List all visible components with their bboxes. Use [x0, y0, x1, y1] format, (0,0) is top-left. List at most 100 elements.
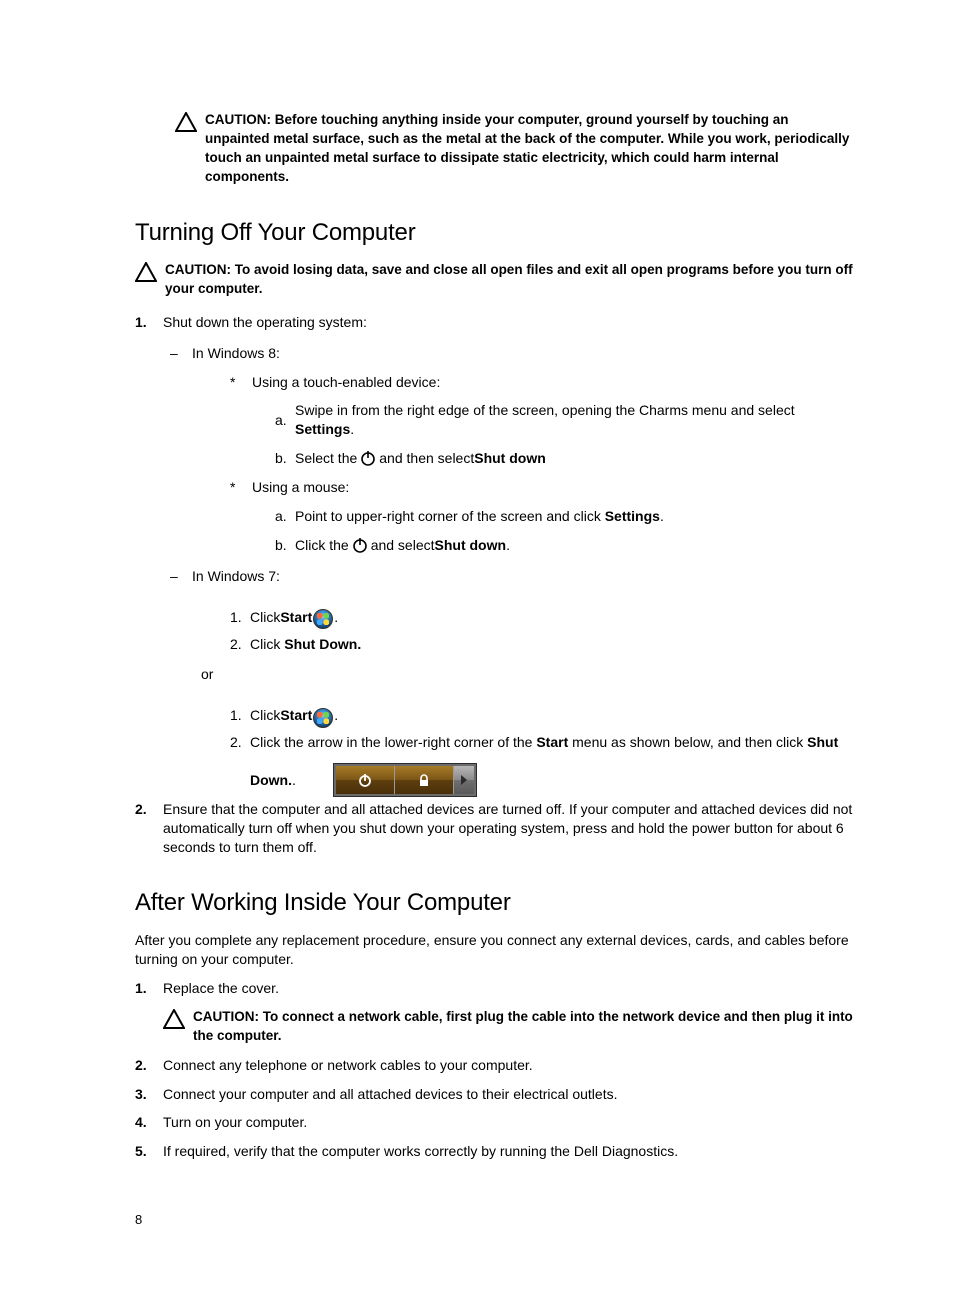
- text-run: .: [334, 608, 338, 627]
- caution-static-electricity: CAUTION: Before touching anything inside…: [175, 111, 854, 187]
- heading-turning-off: Turning Off Your Computer: [135, 217, 854, 249]
- letter-marker: b.: [275, 449, 295, 468]
- caution-text: CAUTION: To connect a network cable, fir…: [193, 1008, 854, 1046]
- step-text: Click Shut Down.: [250, 635, 361, 654]
- caution-icon: [175, 112, 197, 132]
- after-step-4: 4. Turn on your computer.: [135, 1113, 854, 1132]
- win7-a-step-1: 1. Click Start .: [230, 608, 854, 627]
- caution-save-data: CAUTION: To avoid losing data, save and …: [135, 261, 854, 299]
- text-run: Click: [250, 706, 280, 725]
- bold-text: Shut: [807, 734, 838, 750]
- text-run: Click: [250, 608, 280, 627]
- step-text: Replace the cover.: [163, 979, 854, 998]
- mouse-step-b: b. Click the and select Shut down.: [275, 536, 854, 555]
- sub-windows-7: – In Windows 7:: [170, 567, 854, 586]
- win7-b-step-1: 1. Click Start .: [230, 706, 854, 725]
- touch-step-b: b. Select the and then select Shut down: [275, 449, 854, 468]
- step-text: Connect your computer and all attached d…: [163, 1085, 854, 1104]
- bold-text: Shut down: [474, 449, 546, 468]
- after-step-5: 5. If required, verify that the computer…: [135, 1142, 854, 1161]
- step-text: Click the arrow in the lower-right corne…: [250, 733, 854, 790]
- bold-text: Shut down: [435, 536, 507, 555]
- sub-windows-8: – In Windows 8:: [170, 344, 854, 363]
- bold-text: Start: [280, 706, 312, 725]
- text-run: menu as shown below, and then click: [568, 734, 807, 750]
- step-text: Click the and select Shut down.: [295, 536, 854, 555]
- text-run: .: [506, 536, 510, 555]
- step-1: 1. Shut down the operating system:: [135, 313, 854, 332]
- step-marker: 2.: [135, 1056, 163, 1075]
- text-run: .: [292, 771, 296, 790]
- step-text: Turn on your computer.: [163, 1113, 854, 1132]
- mouse-step-a: a. Point to upper-right corner of the sc…: [275, 507, 854, 526]
- text-run: Click the arrow in the lower-right corne…: [250, 734, 536, 750]
- start-orb-icon: [313, 609, 333, 629]
- step-marker: 4.: [135, 1113, 163, 1132]
- win7-b-step-2: 2. Click the arrow in the lower-right co…: [230, 733, 854, 790]
- after-paragraph: After you complete any replacement proce…: [135, 931, 854, 969]
- text-run: and then select: [379, 449, 474, 468]
- star-marker: *: [230, 478, 252, 497]
- or-separator: or: [201, 665, 854, 684]
- text-run: Point to upper-right corner of the scree…: [295, 508, 605, 524]
- sub-text: In Windows 7:: [192, 567, 280, 586]
- bold-text: Start: [280, 608, 312, 627]
- star-marker: *: [230, 373, 252, 392]
- text-run: .: [660, 508, 664, 524]
- caution-icon: [135, 262, 157, 282]
- win7-a-step-2: 2. Click Shut Down.: [230, 635, 854, 654]
- digit-marker: 2.: [230, 635, 250, 654]
- dash-marker: –: [170, 344, 192, 363]
- shutdown-power-segment: [336, 766, 395, 794]
- heading-after-working: After Working Inside Your Computer: [135, 887, 854, 919]
- digit-marker: 1.: [230, 706, 250, 725]
- digit-marker: 1.: [230, 608, 250, 627]
- sub-text: Using a mouse:: [252, 478, 349, 497]
- sub-text: In Windows 8:: [192, 344, 280, 363]
- caution-network-cable: CAUTION: To connect a network cable, fir…: [163, 1008, 854, 1046]
- text-run: Swipe in from the right edge of the scre…: [295, 402, 795, 418]
- power-icon: [359, 449, 377, 472]
- bold-text: Settings: [605, 508, 660, 524]
- step-2: 2. Ensure that the computer and all atta…: [135, 800, 854, 857]
- sub-touch-device: * Using a touch-enabled device:: [230, 373, 854, 392]
- after-step-3: 3. Connect your computer and all attache…: [135, 1085, 854, 1104]
- caution-text: CAUTION: To avoid losing data, save and …: [165, 261, 854, 299]
- start-orb-icon: [313, 708, 333, 728]
- letter-marker: a.: [275, 507, 295, 526]
- touch-step-a: a. Swipe in from the right edge of the s…: [275, 401, 854, 439]
- step-text: Ensure that the computer and all attache…: [163, 800, 854, 857]
- letter-marker: a.: [275, 411, 295, 430]
- after-step-2: 2. Connect any telephone or network cabl…: [135, 1056, 854, 1075]
- bold-text: Settings: [295, 421, 350, 437]
- text-run: Click the: [295, 536, 349, 555]
- shutdown-button-image: [334, 764, 476, 796]
- step-marker: 1.: [135, 979, 163, 998]
- step-text: Connect any telephone or network cables …: [163, 1056, 854, 1075]
- power-icon: [351, 536, 369, 559]
- step-text: If required, verify that the computer wo…: [163, 1142, 854, 1161]
- step-text: Select the and then select Shut down: [295, 449, 854, 468]
- bold-text: Start: [536, 734, 568, 750]
- caution-text: CAUTION: Before touching anything inside…: [205, 111, 854, 187]
- step-text: Shut down the operating system:: [163, 313, 854, 332]
- document-page: CAUTION: Before touching anything inside…: [0, 0, 954, 1289]
- step-text: Click Start .: [250, 608, 338, 627]
- sub-mouse: * Using a mouse:: [230, 478, 854, 497]
- digit-marker: 2.: [230, 733, 250, 752]
- text-run: and select: [371, 536, 435, 555]
- step-marker: 2.: [135, 800, 163, 819]
- step-marker: 1.: [135, 313, 163, 332]
- step-text: Point to upper-right corner of the scree…: [295, 507, 854, 526]
- shutdown-lock-segment: [395, 766, 454, 794]
- step-marker: 3.: [135, 1085, 163, 1104]
- shutdown-arrow-segment: [454, 766, 474, 794]
- text-run: .: [334, 706, 338, 725]
- step-text: Click Start .: [250, 706, 338, 725]
- sub-text: Using a touch-enabled device:: [252, 373, 440, 392]
- step-marker: 5.: [135, 1142, 163, 1161]
- letter-marker: b.: [275, 536, 295, 555]
- text-run: .: [350, 421, 354, 437]
- page-number: 8: [135, 1211, 854, 1229]
- after-step-1: 1. Replace the cover.: [135, 979, 854, 998]
